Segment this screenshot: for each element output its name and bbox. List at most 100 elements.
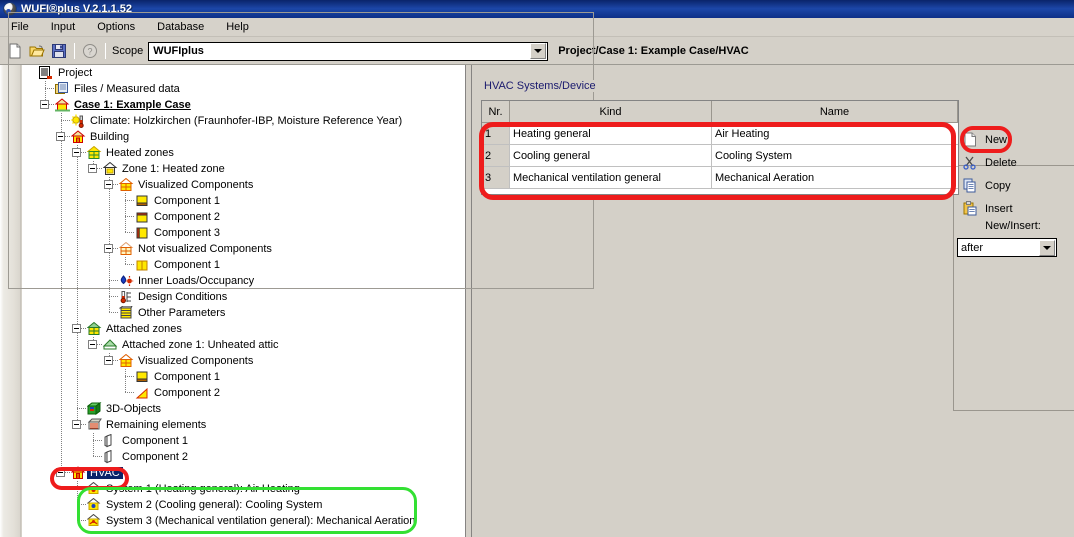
new-document-icon [963,132,983,148]
tree-item-hvac[interactable]: HVAC [22,465,465,481]
attached-zones-icon [86,321,103,337]
collapse-icon[interactable] [88,340,97,349]
tree-item-system-1-heating-general-air-heati[interactable]: System 1 (Heating general): Air Heating [22,481,465,497]
tree-item-label: System 1 (Heating general): Air Heating [103,483,300,495]
tree-expander-toggle[interactable] [86,337,102,353]
tree-item-system-2-cooling-general-cooling-s[interactable]: System 2 (Cooling general): Cooling Syst… [22,497,465,513]
tree-indent-guide [22,369,38,385]
tree-item-component-1[interactable]: Component 1 [22,433,465,449]
collapse-icon[interactable] [72,420,81,429]
tree-item-3d-objects[interactable]: 3D-Objects [22,401,465,417]
tree-item-label: Remaining elements [103,419,206,431]
tree-indent-guide [22,465,38,481]
tree-indent-guide [54,353,70,369]
tree-item-component-2[interactable]: Component 2 [22,449,465,465]
element-icon [102,433,119,449]
chevron-down-icon[interactable] [1039,240,1055,256]
tree-indent-guide [22,449,38,465]
tree-indent-guide [102,385,118,401]
tree-item-visualized-components[interactable]: Visualized Components [22,353,465,369]
copy-button[interactable]: Copy [963,174,1063,197]
cell-name[interactable]: Cooling System [712,145,958,167]
table-header-row: Nr. Kind Name [482,101,958,123]
tree-indent-guide [38,305,54,321]
tree-indent-guide [22,481,38,497]
tree-indent-guide [54,369,70,385]
cell-kind[interactable]: Cooling general [510,145,712,167]
tree-item-component-2[interactable]: Component 2 [22,385,465,401]
design-cond-icon [118,289,135,305]
tree-expander-toggle[interactable] [70,321,86,337]
tree-indent-guide [70,305,86,321]
column-header-nr: Nr. [482,101,510,123]
visualized-icon [118,353,135,369]
tree-indent-guide [38,289,54,305]
column-header-kind: Kind [510,101,712,123]
other-params-icon [118,305,135,321]
cell-nr: 3 [482,167,510,189]
tree-expander-toggle[interactable] [102,353,118,369]
tree-connector [102,289,118,305]
tree-indent-guide [22,289,38,305]
tree-expander-toggle[interactable] [54,465,70,481]
table-row[interactable]: 1 Heating general Air Heating [482,123,958,145]
collapse-icon[interactable] [72,324,81,333]
component-a-icon [134,369,151,385]
collapse-icon[interactable] [56,468,65,477]
tree-indent-guide [54,337,70,353]
tree-indent-guide [38,369,54,385]
cell-kind[interactable]: Mechanical ventilation general [510,167,712,189]
system-cooling-icon [86,497,103,513]
hvac-groupbox-label: HVAC Systems/Device [481,80,599,92]
new-insert-combobox[interactable]: after [957,238,1057,257]
tree-item-remaining-elements[interactable]: Remaining elements [22,417,465,433]
cell-name[interactable]: Air Heating [712,123,958,145]
hvac-systems-table[interactable]: Nr. Kind Name 1 Heating general Air Heat… [481,100,959,195]
new-button[interactable]: New [963,128,1063,151]
copy-button-label: Copy [983,180,1011,192]
tree-item-other-parameters[interactable]: Other Parameters [22,305,465,321]
new-insert-value: after [958,242,1039,254]
3d-objects-icon [86,401,103,417]
delete-button-label: Delete [983,157,1017,169]
tree-indent-guide [38,513,54,529]
element-icon [102,449,119,465]
tree-connector [70,401,86,417]
tree-item-label: Component 2 [151,387,220,399]
system-vent-icon [86,513,103,529]
tree-indent-guide [22,513,38,529]
insert-button-label: Insert [983,203,1013,215]
table-row[interactable]: 3 Mechanical ventilation general Mechani… [482,167,958,189]
tree-connector [70,513,86,529]
collapse-icon[interactable] [104,356,113,365]
application-window: WUFI®plus V.2.1.1.52 File Input Options … [0,0,1074,537]
tree-expander-toggle[interactable] [70,417,86,433]
tree-item-label: Attached zones [103,323,182,335]
tree-indent-guide [70,353,86,369]
tree-item-component-1[interactable]: Component 1 [22,369,465,385]
tree-item-system-3-mechanical-ventilation-ge[interactable]: System 3 (Mechanical ventilation general… [22,513,465,529]
tree-indent-guide [86,353,102,369]
delete-button[interactable]: Delete [963,151,1063,174]
tree-item-label: Visualized Components [135,355,253,367]
tree-indent-guide [22,321,38,337]
cell-nr: 2 [482,145,510,167]
tree-indent-guide [22,401,38,417]
tree-item-design-conditions[interactable]: Design Conditions [22,289,465,305]
tree-indent-guide [38,321,54,337]
table-row[interactable]: 2 Cooling general Cooling System [482,145,958,167]
tree-indent-guide [86,305,102,321]
cell-kind[interactable]: Heating general [510,123,712,145]
tree-indent-guide [54,449,70,465]
tree-connector [86,433,102,449]
tree-connector [70,497,86,513]
tree-item-attached-zones[interactable]: Attached zones [22,321,465,337]
tree-indent-guide [22,497,38,513]
tree-indent-guide [54,385,70,401]
cell-name[interactable]: Mechanical Aeration [712,167,958,189]
tree-item-attached-zone-1-unheated-attic[interactable]: Attached zone 1: Unheated attic [22,337,465,353]
insert-clipboard-icon [963,201,983,217]
tree-item-label: System 3 (Mechanical ventilation general… [103,515,415,527]
insert-button[interactable]: Insert [963,197,1063,220]
tree-indent-guide [22,385,38,401]
